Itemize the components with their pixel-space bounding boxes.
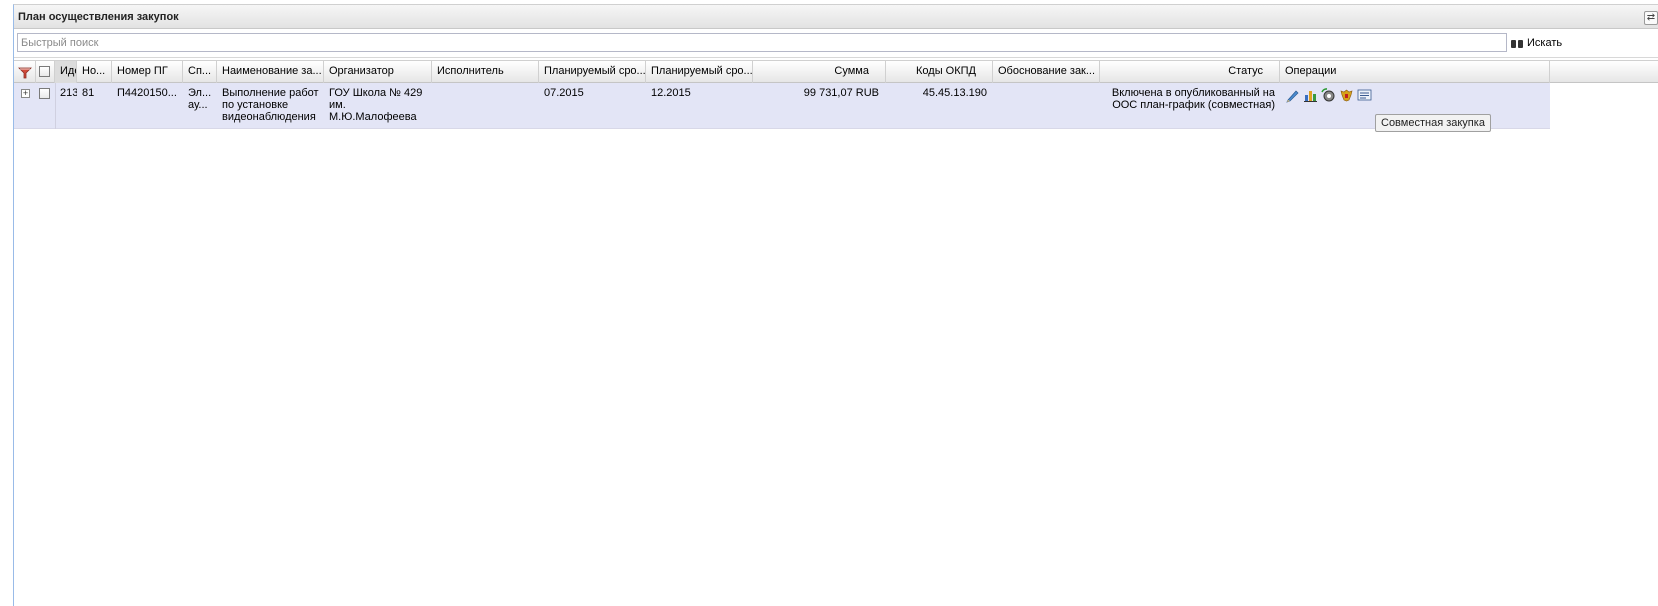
column-header-number[interactable]: Но...	[77, 61, 112, 83]
row-method-line: Эл...	[188, 87, 212, 99]
row-organizer-line: ГОУ Школа № 429	[329, 87, 423, 99]
column-header-operations[interactable]: Операции	[1280, 61, 1550, 83]
row-method-line: ау...	[188, 99, 208, 111]
expand-row-icon[interactable]: +	[21, 89, 30, 98]
row-checkbox[interactable]	[39, 88, 50, 99]
column-header-name[interactable]: Наименование за...	[217, 61, 324, 83]
row-name-line: по установке	[222, 99, 289, 111]
column-header-justification[interactable]: Обоснование зак...	[993, 61, 1100, 83]
row-planned-end: 12.2015	[651, 87, 691, 99]
row-planned-start: 07.2015	[544, 87, 584, 99]
procurement-plan-panel: План осуществления закупок ⇄ Искать Иде …	[13, 4, 1658, 606]
header-clear-filter[interactable]	[14, 61, 36, 83]
row-id: 213	[60, 87, 77, 99]
search-button[interactable]: Искать	[1511, 34, 1562, 52]
row-organizer: ГОУ Школа № 429 им. М.Ю.Малофеева	[324, 87, 432, 123]
column-header-pg-number[interactable]: Номер ПГ	[112, 61, 183, 83]
table-row[interactable]: + 213 81 П4420150... Эл... ау... Выполне…	[14, 83, 1550, 129]
row-name-line: Выполнение работ	[222, 87, 319, 99]
quick-search-input[interactable]	[17, 33, 1507, 52]
row-organizer-line: М.Ю.Малофеева	[329, 111, 417, 123]
bar-chart-icon[interactable]	[1303, 88, 1318, 103]
row-status: Включена в опубликованный на ООС план-гр…	[1100, 87, 1278, 111]
column-header-sum[interactable]: Сумма	[753, 61, 886, 83]
header-select-all[interactable]	[36, 61, 55, 83]
row-name: Выполнение работ по установке видеонаблю…	[217, 87, 324, 123]
search-button-label: Искать	[1527, 37, 1563, 49]
column-header-id[interactable]: Иде	[55, 61, 77, 83]
row-organizer-line: им.	[329, 99, 346, 111]
row-status-line: ООС план-график (совместная)	[1112, 99, 1275, 111]
row-pg-number: П4420150...	[117, 87, 177, 99]
refresh-icon[interactable]: ⇄	[1644, 11, 1658, 25]
row-sum: 99 731,07 RUB	[803, 87, 879, 99]
row-number: 81	[82, 87, 95, 99]
column-header-status[interactable]: Статус	[1100, 61, 1280, 83]
coat-of-arms-icon[interactable]	[1339, 88, 1354, 103]
edit-pencil-icon[interactable]	[1285, 88, 1300, 103]
grid-header: Иде Но... Номер ПГ Сп... Наименование за…	[14, 60, 1658, 83]
joint-purchase-icon[interactable]	[1357, 88, 1372, 103]
binoculars-icon	[1511, 38, 1523, 49]
column-header-method[interactable]: Сп...	[183, 61, 217, 83]
column-header-okpd[interactable]: Коды ОКПД	[886, 61, 993, 83]
column-header-planned-start[interactable]: Планируемый сро...	[539, 61, 646, 83]
row-name-line: видеонаблюдения	[222, 111, 316, 123]
clear-filter-icon	[18, 67, 32, 79]
panel-header: План осуществления закупок ⇄	[14, 5, 1658, 29]
row-operations	[1285, 88, 1372, 103]
row-method: Эл... ау...	[183, 87, 217, 111]
select-all-checkbox[interactable]	[39, 66, 50, 77]
joint-purchase-tooltip: Совместная закупка	[1375, 114, 1491, 132]
column-header-organizer[interactable]: Организатор	[324, 61, 432, 83]
column-header-executor[interactable]: Исполнитель	[432, 61, 539, 83]
gear-refresh-icon[interactable]	[1321, 88, 1336, 103]
search-bar: Искать	[14, 30, 1658, 58]
row-status-line: Включена в опубликованный на	[1111, 87, 1275, 99]
panel-title: План осуществления закупок	[18, 11, 179, 23]
row-okpd: 45.45.13.190	[922, 87, 987, 99]
column-header-planned-end[interactable]: Планируемый сро...	[646, 61, 753, 83]
